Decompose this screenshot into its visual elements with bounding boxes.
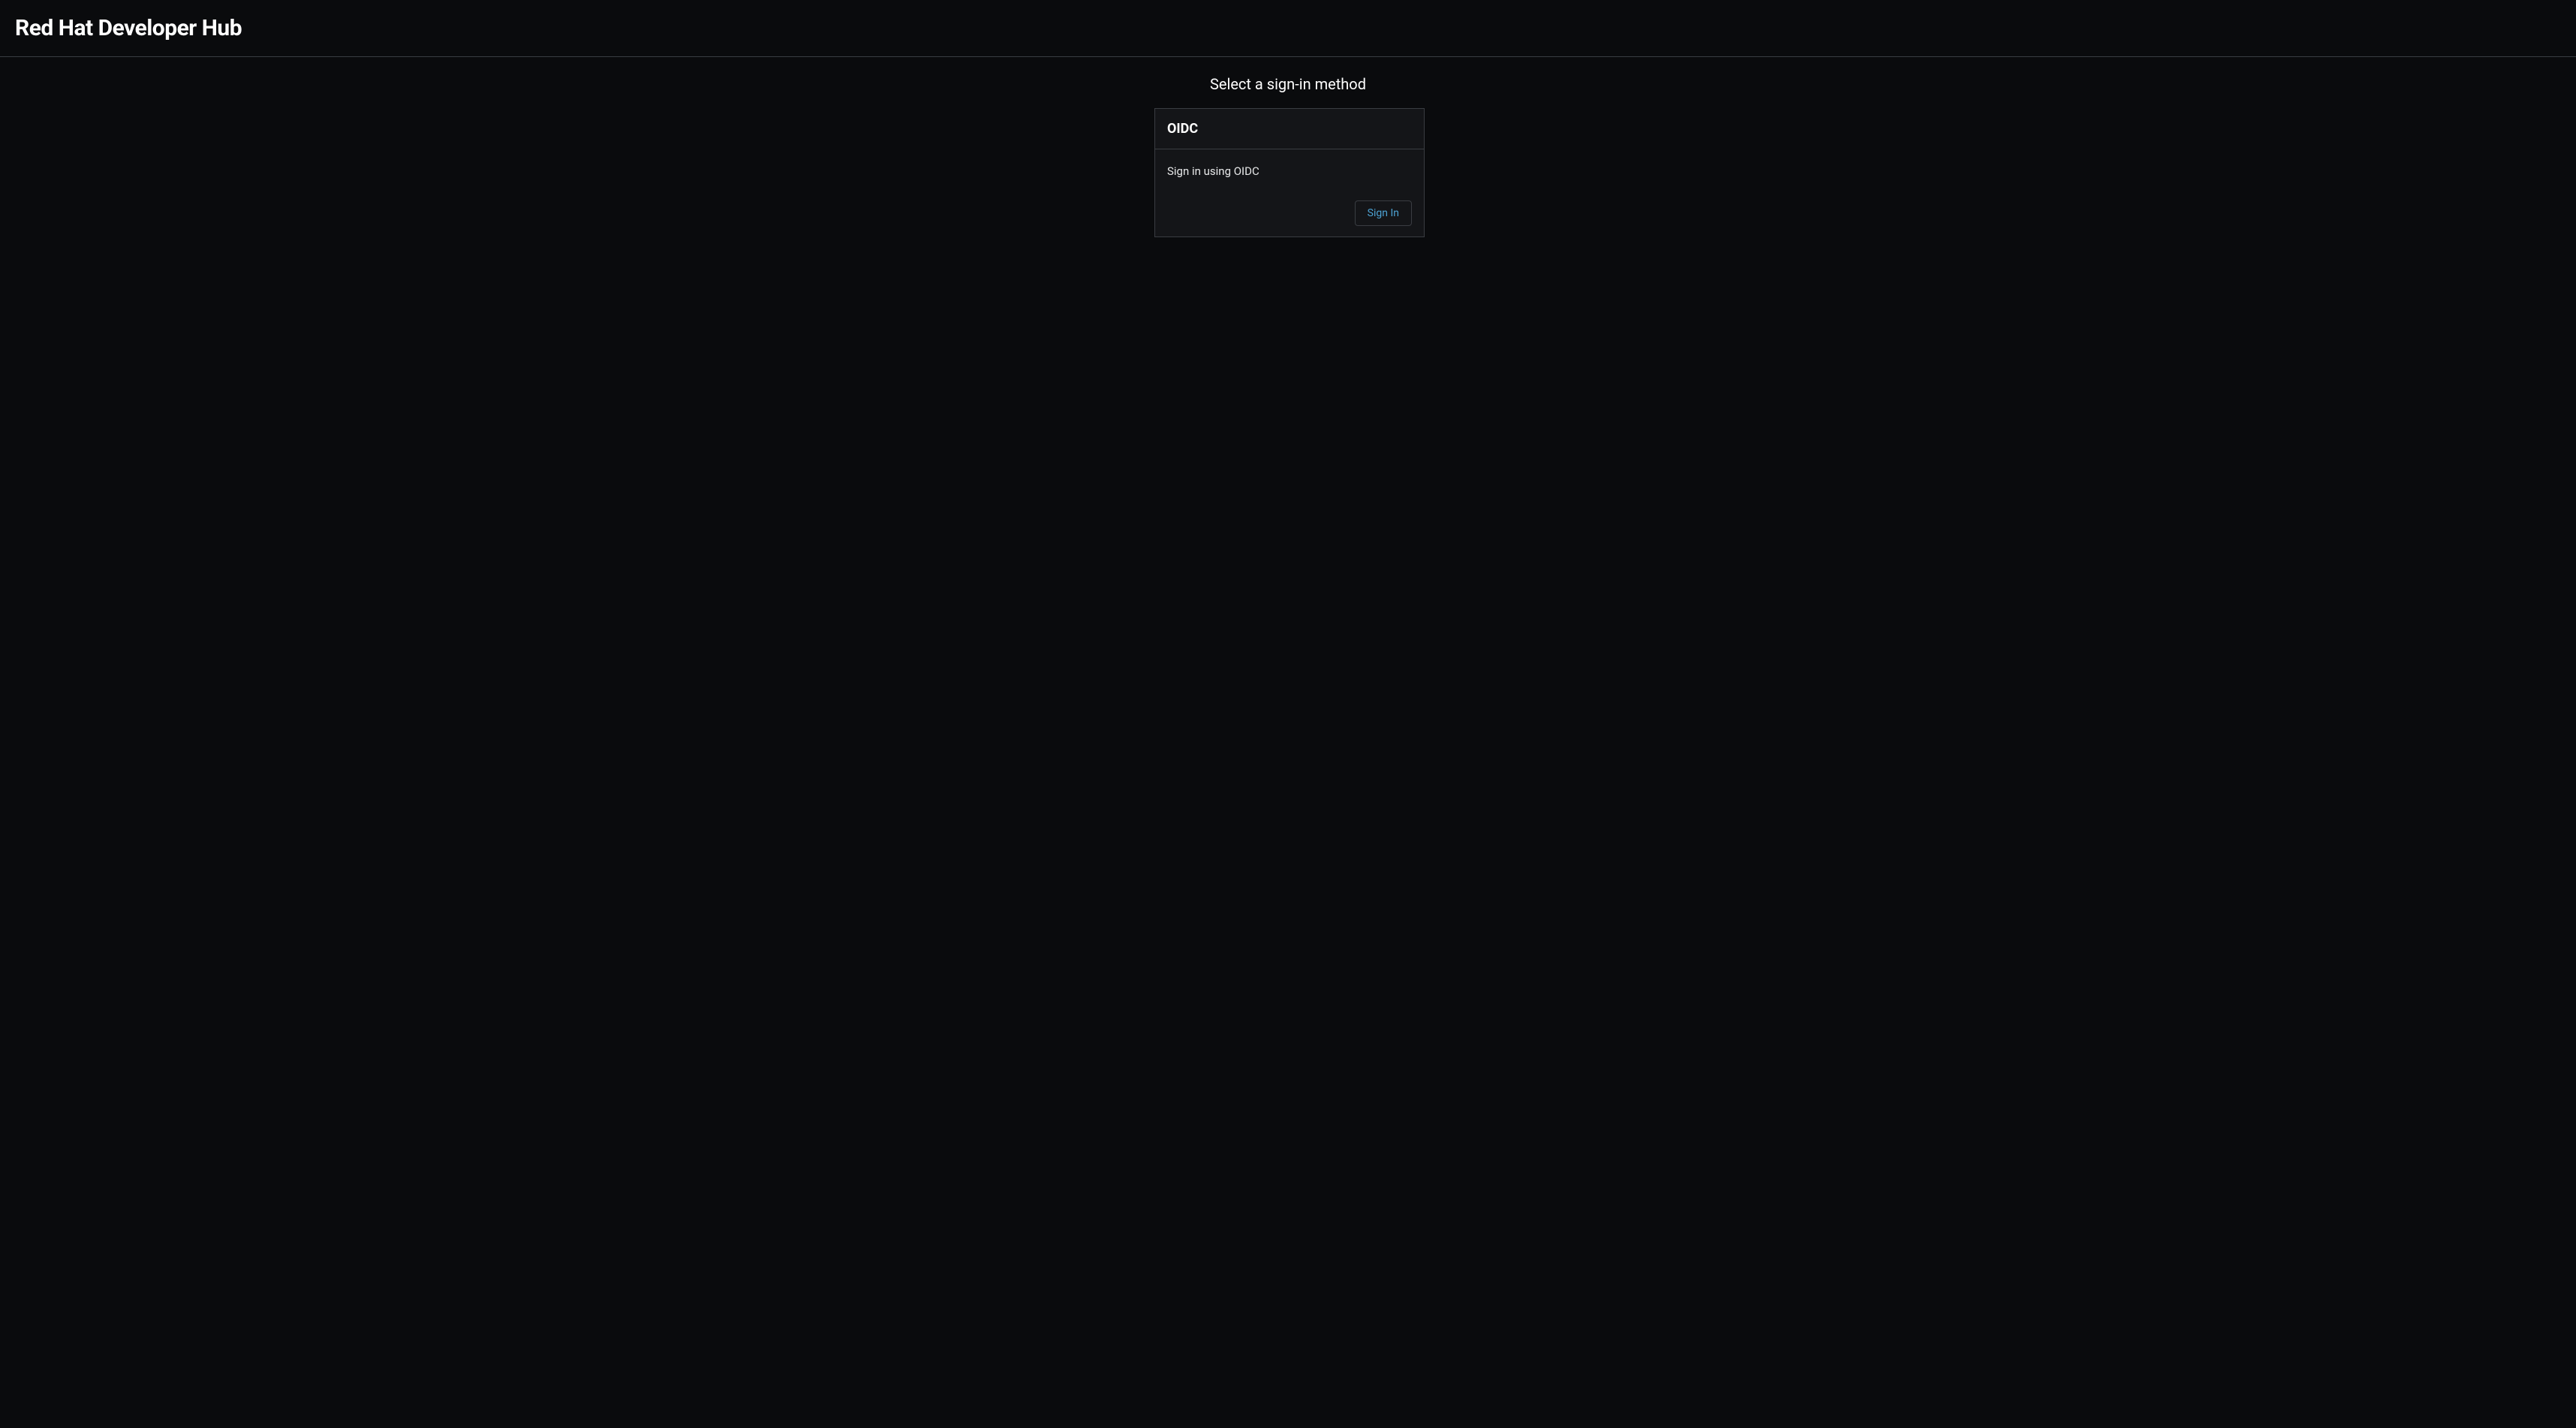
card-header: OIDC — [1155, 109, 1424, 149]
card-actions: Sign In — [1167, 200, 1412, 226]
signin-button[interactable]: Sign In — [1355, 200, 1412, 226]
signin-prompt: Select a sign-in method — [1210, 75, 1366, 93]
signin-content: Select a sign-in method OIDC Sign in usi… — [0, 57, 2576, 237]
app-header: Red Hat Developer Hub — [0, 0, 2576, 57]
provider-name: OIDC — [1167, 121, 1412, 137]
app-title: Red Hat Developer Hub — [15, 15, 2561, 41]
signin-provider-card: OIDC Sign in using OIDC Sign In — [1154, 108, 1425, 237]
card-body: Sign in using OIDC Sign In — [1155, 149, 1424, 236]
provider-description: Sign in using OIDC — [1167, 164, 1412, 178]
